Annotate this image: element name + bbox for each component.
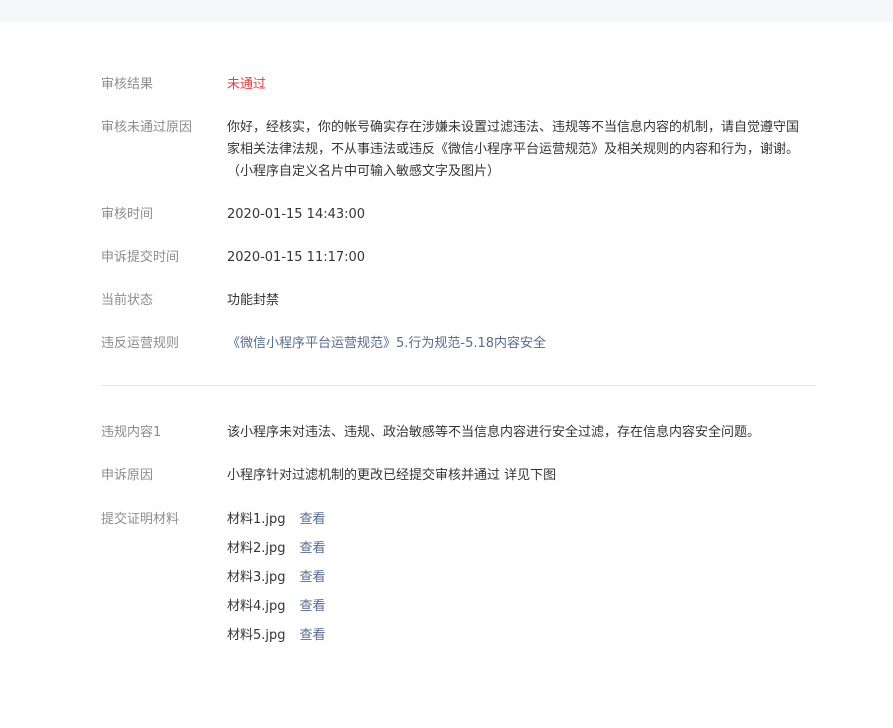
material-filename: 材料3.jpg [227,570,286,585]
reject-reason-text: 你好，经核实，你的帐号确实存在涉嫌未设置过滤违法、违规等不当信息内容的机制，请自… [227,120,800,179]
material-filename: 材料4.jpg [227,599,286,614]
violated-rule-link[interactable]: 《微信小程序平台运营规范》5.行为规范-5.18内容安全 [227,336,546,351]
appeal-time-label: 申诉提交时间 [101,250,180,265]
review-time-label: 审核时间 [101,207,154,222]
violated-rule-label: 违反运营规则 [101,336,180,351]
section-divider [101,385,816,386]
appeal-time-value: 2020-01-15 11:17:00 [227,250,366,265]
violation-content-label: 违规内容1 [101,425,162,440]
reject-reason-label: 审核未通过原因 [101,120,193,135]
material-filename: 材料1.jpg [227,512,286,527]
material-item: 材料1.jpg 查看 [227,509,326,531]
review-time-value: 2020-01-15 14:43:00 [227,207,366,222]
materials-label: 提交证明材料 [101,512,180,527]
current-status-label: 当前状态 [101,293,154,308]
view-material-link[interactable]: 查看 [300,628,326,643]
material-filename: 材料2.jpg [227,541,286,556]
view-material-link[interactable]: 查看 [300,599,326,614]
material-filename: 材料5.jpg [227,628,286,643]
material-item: 材料4.jpg 查看 [227,596,326,618]
material-item: 材料2.jpg 查看 [227,538,326,560]
material-item: 材料5.jpg 查看 [227,625,326,647]
view-material-link[interactable]: 查看 [300,541,326,556]
review-result-value: 未通过 [227,77,267,92]
current-status-value: 功能封禁 [227,293,280,308]
view-material-link[interactable]: 查看 [300,570,326,585]
review-result-label: 审核结果 [101,77,154,92]
top-bar [0,0,893,22]
appeal-reason-value: 小程序针对过滤机制的更改已经提交审核并通过 详见下图 [227,468,557,483]
material-item: 材料3.jpg 查看 [227,567,326,589]
violation-content-value: 该小程序未对违法、违规、政治敏感等不当信息内容进行安全过滤，存在信息内容安全问题… [227,425,761,440]
view-material-link[interactable]: 查看 [300,512,326,527]
appeal-reason-label: 申诉原因 [101,468,154,483]
